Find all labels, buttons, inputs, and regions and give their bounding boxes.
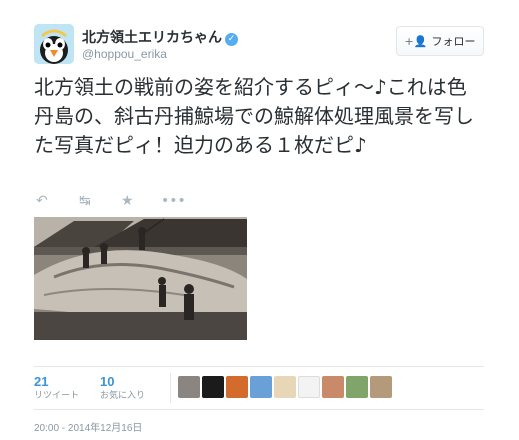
follow-button-label: フォロー <box>431 35 476 48</box>
favoriter-avatar[interactable] <box>178 376 200 398</box>
author-avatar[interactable] <box>34 24 74 64</box>
more-icon[interactable]: ••• <box>161 193 186 209</box>
tweet-stats: 21 リツイート 10 お気に入り <box>34 366 484 410</box>
favoriter-avatar[interactable] <box>226 376 248 398</box>
tweet-photo[interactable] <box>34 217 247 340</box>
add-user-icon: +👤 <box>404 34 428 48</box>
favoriter-avatar[interactable] <box>370 376 392 398</box>
favoriter-avatar[interactable] <box>202 376 224 398</box>
stats-divider <box>170 373 171 403</box>
favorite-label: お気に入り <box>100 391 146 401</box>
verified-badge-icon: ✓ <box>225 33 238 46</box>
favoriter-avatar[interactable] <box>274 376 296 398</box>
author-display-name[interactable]: 北方領土エリカちゃん <box>82 30 222 46</box>
favoriter-avatar[interactable] <box>322 376 344 398</box>
reply-icon[interactable]: ↶ <box>36 193 48 209</box>
favorite-icon[interactable]: ★ <box>121 193 134 209</box>
author-name[interactable]: 北方領土エリカちゃん ✓ <box>82 27 238 47</box>
favoriter-avatar[interactable] <box>298 376 320 398</box>
author-handle[interactable]: @hoppou_erika <box>82 47 167 61</box>
follow-button[interactable]: +👤 フォロー <box>396 26 484 56</box>
retweet-icon[interactable]: ↹ <box>79 193 91 209</box>
favorite-count: 10 <box>100 374 115 389</box>
favoriter-avatar[interactable] <box>346 376 368 398</box>
retweet-label: リツイート <box>34 391 80 401</box>
tweet-card: 北方領土エリカちゃん ✓ @hoppou_erika +👤 フォロー 北方領土の戦… <box>0 0 519 440</box>
retweet-count: 21 <box>34 374 49 389</box>
tweet-text: 北方領土の戦前の姿を紹介するピィ～♪これは色丹島の、斜古丹捕鯨場での鯨解体処理風… <box>34 75 474 157</box>
tweet-timestamp[interactable]: 20:00 - 2014年12月16日 <box>34 419 142 434</box>
favorite-stat[interactable]: 10 お気に入り <box>100 375 145 403</box>
favoriter-avatar[interactable] <box>250 376 272 398</box>
retweet-stat[interactable]: 21 リツイート <box>34 375 79 403</box>
